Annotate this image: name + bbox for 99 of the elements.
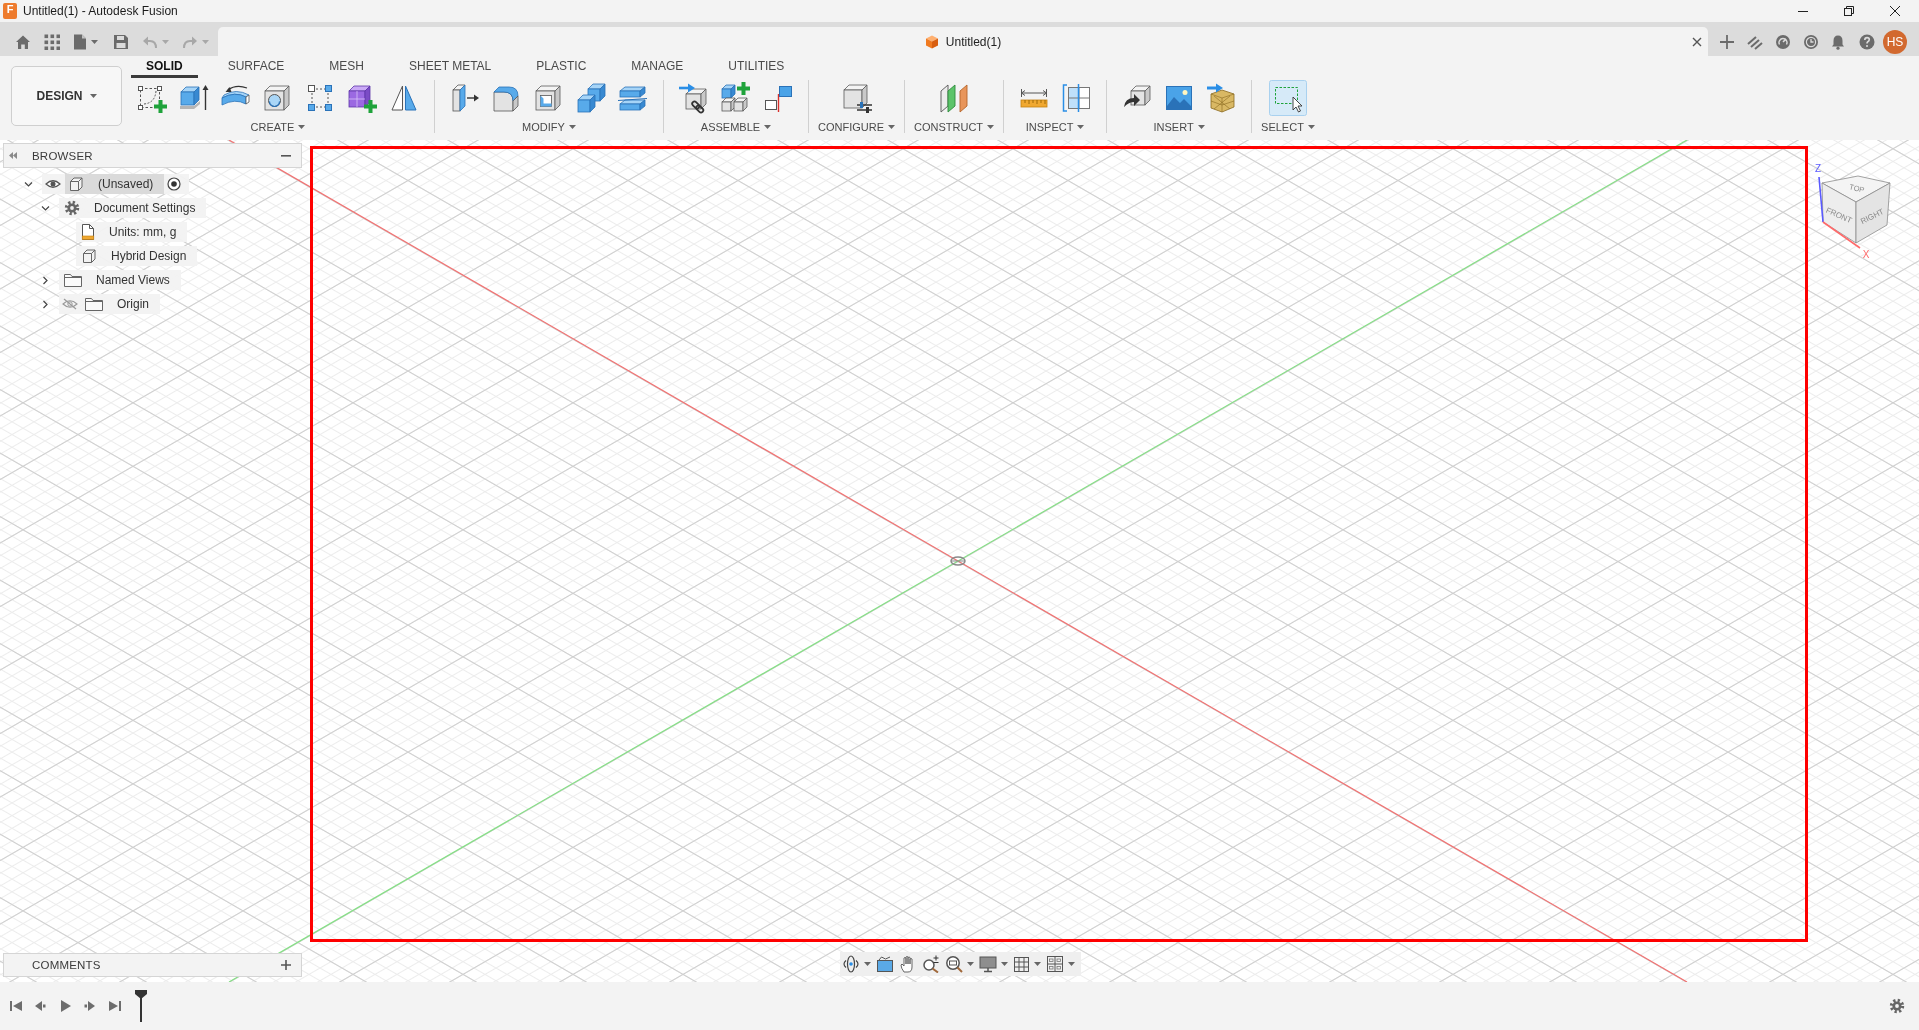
step-back-icon[interactable] (34, 1000, 46, 1012)
ribbon-tab[interactable]: MESH (314, 57, 380, 78)
ribbon-group-menu[interactable]: INSPECT (1025, 121, 1085, 133)
ribbon-tab[interactable]: SHEET METAL (394, 57, 507, 78)
caret-icon (1307, 125, 1315, 129)
caret-icon (888, 125, 895, 129)
boxes-plus-icon[interactable] (720, 82, 752, 114)
ribbon-group-menu[interactable]: CONSTRUCT (914, 121, 995, 133)
box-icon (68, 176, 84, 192)
axis-indicator: Z (1814, 163, 1824, 223)
eye-icon[interactable] (45, 179, 61, 189)
origin-icon (950, 556, 966, 566)
chevron-icon[interactable] (40, 299, 50, 309)
tree-item[interactable]: Document Settings (59, 198, 207, 218)
cube-icon (924, 34, 939, 49)
help-icon[interactable] (1859, 33, 1875, 50)
section-icon[interactable] (1060, 82, 1093, 114)
caret-icon[interactable] (864, 962, 871, 966)
caret-icon (89, 94, 97, 98)
caret-icon (1197, 125, 1205, 129)
caret-icon (1077, 125, 1085, 129)
close-icon[interactable] (1692, 36, 1702, 47)
close-icon[interactable] (1890, 6, 1900, 16)
add-icon[interactable] (281, 960, 291, 970)
caret-icon[interactable] (967, 962, 974, 966)
radio-icon[interactable] (167, 177, 182, 191)
folder-icon (64, 273, 82, 287)
slashes-icon[interactable] (1747, 33, 1763, 50)
settings-icon[interactable] (1889, 998, 1905, 1014)
caret-icon[interactable] (1001, 962, 1008, 966)
stacked-boxes-icon[interactable] (575, 82, 607, 114)
tree-item[interactable]: Origin (59, 294, 160, 314)
ribbon-tab[interactable]: PLASTIC (521, 57, 602, 78)
apps-grid-icon[interactable] (44, 33, 60, 50)
minimize-icon[interactable] (281, 154, 291, 157)
cube-sliders-icon[interactable] (840, 82, 873, 114)
save-icon[interactable] (113, 33, 129, 50)
ribbon-group-menu[interactable]: ASSEMBLE (700, 121, 772, 133)
slab-arrow-icon[interactable] (449, 82, 481, 114)
caret-icon (987, 125, 995, 129)
tree-item[interactable]: Units: mm, g (76, 222, 188, 242)
home-icon[interactable] (15, 33, 31, 50)
orbit-icon[interactable] (842, 955, 860, 973)
ribbon-tab[interactable]: SOLID (131, 57, 198, 78)
ribbon-tab[interactable]: MANAGE (616, 57, 699, 78)
ribbon-tab[interactable]: UTILITIES (713, 57, 800, 78)
chevron-icon[interactable] (23, 179, 33, 189)
monitor-icon[interactable] (979, 955, 997, 973)
timeline-marker[interactable] (134, 990, 148, 1022)
restore-icon[interactable] (1844, 6, 1854, 16)
panel-title: COMMENTS (32, 959, 101, 971)
step-forward-icon[interactable] (84, 1000, 96, 1012)
tree-item[interactable]: Named Views (59, 270, 181, 290)
tree-item[interactable]: Hybrid Design (76, 246, 198, 266)
ribbon-group-menu[interactable]: INSERT (1153, 121, 1205, 133)
fit-icon[interactable] (945, 955, 963, 973)
panel-title: BROWSER (32, 149, 93, 162)
ribbon-tab[interactable]: SURFACE (212, 57, 300, 78)
window-title: Untitled(1) - Autodesk Fusion (23, 4, 178, 18)
collapse-icon[interactable] (9, 152, 17, 159)
crate-arrow-icon[interactable] (1205, 82, 1238, 114)
zoom-icon[interactable] (922, 955, 940, 973)
file-icon[interactable] (73, 33, 87, 50)
ribbon-group-menu[interactable]: MODIFY (522, 121, 576, 133)
play-icon[interactable] (59, 1000, 71, 1012)
dial-icon[interactable] (1775, 33, 1791, 50)
document-ruler-icon (81, 224, 95, 240)
chevron-icon[interactable] (40, 203, 50, 213)
planes-icon[interactable] (938, 82, 971, 114)
app-logo: F (3, 3, 17, 19)
workspace-switcher[interactable]: DESIGN (11, 66, 122, 126)
gear-icon (64, 200, 80, 216)
caret-icon (764, 125, 772, 129)
viewports-icon[interactable] (1046, 955, 1064, 973)
crossed-eye-icon[interactable] (62, 298, 78, 310)
clock-icon[interactable] (1803, 33, 1819, 50)
tree-item[interactable]: (Unsaved) (42, 174, 190, 194)
cube-plus-icon[interactable] (346, 82, 378, 114)
caret-icon (298, 125, 306, 129)
skip-end-icon[interactable] (109, 1000, 121, 1012)
ribbon-group-menu[interactable]: CONFIGURE (818, 121, 895, 133)
document-tab[interactable]: Untitled(1) (218, 27, 1708, 56)
caret-icon (568, 125, 576, 129)
select-icon[interactable] (1268, 80, 1307, 116)
box-link-icon[interactable] (678, 82, 710, 114)
caret-icon[interactable] (1068, 962, 1075, 966)
grid-icon[interactable] (1013, 955, 1030, 973)
folder-icon (85, 297, 103, 311)
screen-icon[interactable] (876, 955, 894, 973)
box-icon (81, 248, 97, 264)
user-avatar[interactable]: HS (1883, 29, 1907, 54)
bell-icon[interactable] (1830, 33, 1846, 50)
plus-icon[interactable] (1719, 33, 1735, 50)
skip-start-icon[interactable] (10, 1000, 22, 1012)
caret-icon[interactable] (91, 39, 98, 44)
chevron-icon[interactable] (40, 275, 50, 285)
caret-icon[interactable] (1034, 962, 1041, 966)
ribbon-group-menu[interactable]: SELECT (1261, 121, 1315, 133)
ribbon-group-menu[interactable]: CREATE (250, 121, 306, 133)
